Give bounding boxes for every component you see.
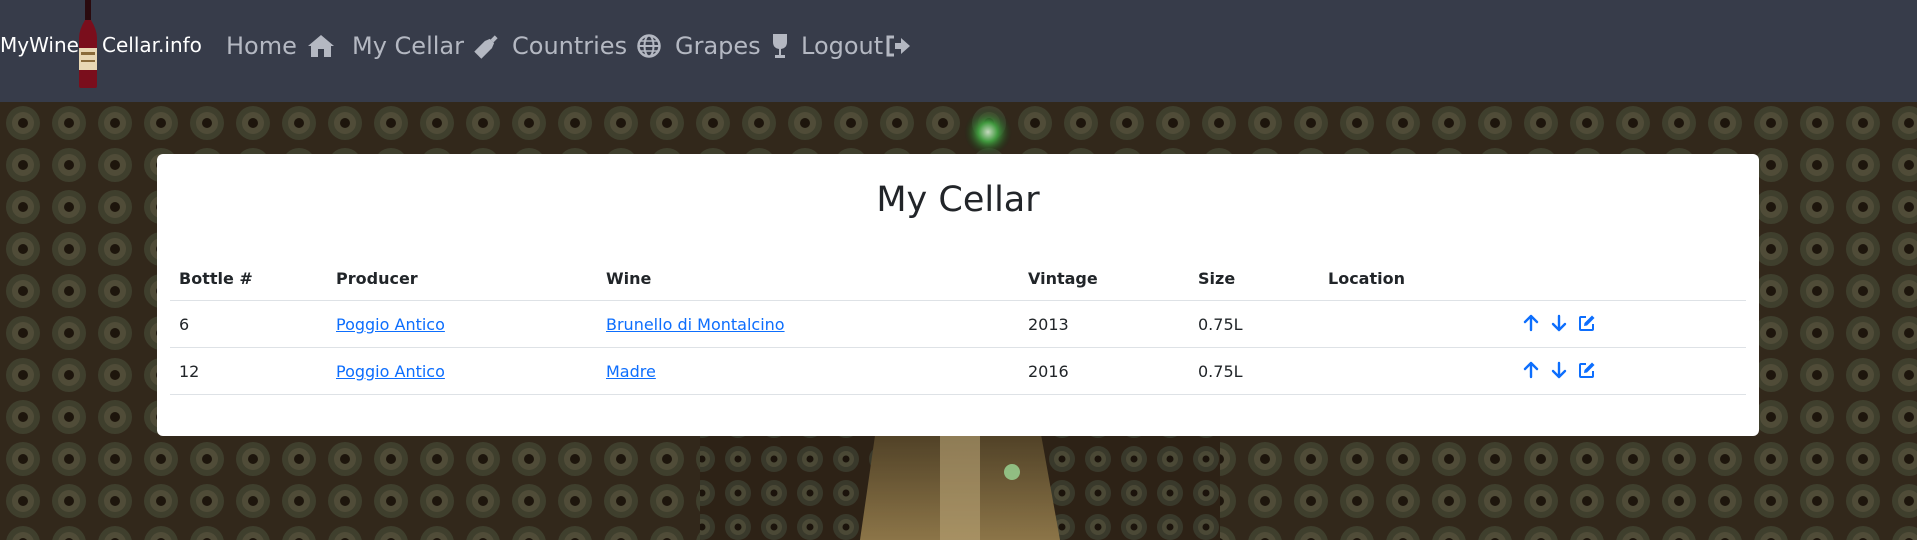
nav-logout[interactable]: Logout (801, 30, 911, 62)
nav-countries-label: Countries (512, 32, 628, 60)
size: 0.75L (1198, 362, 1243, 381)
edit-icon[interactable] (1578, 314, 1596, 332)
arrow-down-icon[interactable] (1550, 361, 1568, 379)
vintage: 2016 (1028, 362, 1069, 381)
nav-home[interactable]: Home (226, 30, 335, 62)
nav-grapes[interactable]: Grapes (675, 30, 789, 62)
row-actions (1522, 361, 1596, 379)
nav-countries[interactable]: Countries (512, 30, 661, 62)
column-header-bottle: Bottle # (179, 269, 253, 288)
edit-icon[interactable] (1578, 361, 1596, 379)
wine-link[interactable]: Brunello di Montalcino (606, 315, 785, 334)
bottle-number: 6 (179, 315, 190, 334)
nav-home-label: Home (226, 32, 297, 60)
bottle-number: 12 (179, 362, 200, 381)
column-header-size: Size (1198, 269, 1236, 288)
bottle-icon (474, 35, 498, 59)
cellar-table: Bottle # Producer Wine Vintage Size Loca… (170, 252, 1746, 395)
vintage: 2013 (1028, 315, 1069, 334)
column-header-producer: Producer (336, 269, 418, 288)
home-icon (307, 35, 334, 57)
producer-link[interactable]: Poggio Antico (336, 362, 445, 381)
column-header-vintage: Vintage (1028, 269, 1098, 288)
nav-my-cellar-label: My Cellar (352, 32, 464, 60)
producer-link[interactable]: Poggio Antico (336, 315, 445, 334)
arrow-up-icon[interactable] (1522, 314, 1540, 332)
page-title: My Cellar (876, 180, 1040, 220)
brand-text-right: Cellar.info (102, 33, 202, 57)
wine-bottle-logo-icon (79, 0, 97, 88)
table-row: 12 Poggio Antico Madre 2016 0.75L (170, 348, 1746, 395)
nav-logout-label: Logout (801, 32, 884, 60)
column-header-location: Location (1328, 269, 1405, 288)
row-actions (1522, 314, 1596, 332)
nav-my-cellar[interactable]: My Cellar (352, 30, 500, 62)
brand-text-left: MyWine (0, 33, 79, 57)
nav-grapes-label: Grapes (675, 32, 761, 60)
column-header-wine: Wine (606, 269, 652, 288)
size: 0.75L (1198, 315, 1243, 334)
wine-glass-icon (772, 34, 787, 58)
arrow-up-icon[interactable] (1522, 361, 1540, 379)
table-row: 6 Poggio Antico Brunello di Montalcino 2… (170, 301, 1746, 348)
navbar: MyWine Cellar.info Home My Cellar Countr… (0, 0, 1917, 102)
cellar-card: My Cellar Bottle # Producer Wine Vintage… (157, 154, 1759, 436)
arrow-down-icon[interactable] (1550, 314, 1568, 332)
wine-link[interactable]: Madre (606, 362, 656, 381)
table-header-row: Bottle # Producer Wine Vintage Size Loca… (170, 252, 1746, 301)
globe-icon (637, 34, 661, 58)
logout-icon (886, 35, 911, 57)
